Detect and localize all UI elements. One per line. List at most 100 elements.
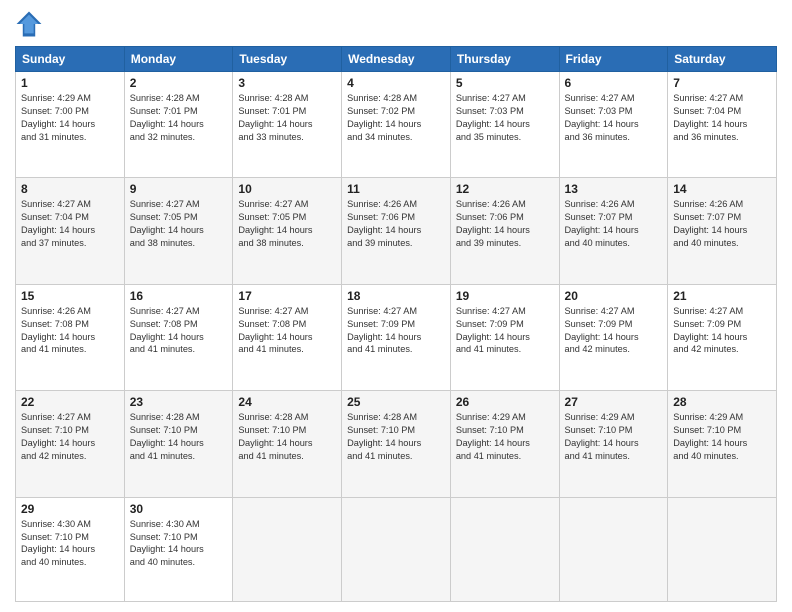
cell-info: Sunrise: 4:28 AM Sunset: 7:01 PM Dayligh… — [238, 92, 336, 144]
cell-info: Sunrise: 4:27 AM Sunset: 7:09 PM Dayligh… — [347, 305, 445, 357]
calendar-cell: 9 Sunrise: 4:27 AM Sunset: 7:05 PM Daylig… — [124, 178, 233, 284]
day-number: 17 — [238, 289, 336, 303]
weekday-header-saturday: Saturday — [668, 47, 777, 72]
day-number: 9 — [130, 182, 228, 196]
cell-info: Sunrise: 4:29 AM Sunset: 7:10 PM Dayligh… — [673, 411, 771, 463]
day-number: 25 — [347, 395, 445, 409]
cell-info: Sunrise: 4:26 AM Sunset: 7:07 PM Dayligh… — [673, 198, 771, 250]
cell-info: Sunrise: 4:28 AM Sunset: 7:10 PM Dayligh… — [347, 411, 445, 463]
day-number: 7 — [673, 76, 771, 90]
cell-info: Sunrise: 4:27 AM Sunset: 7:03 PM Dayligh… — [565, 92, 663, 144]
day-number: 5 — [456, 76, 554, 90]
day-number: 26 — [456, 395, 554, 409]
weekday-header-tuesday: Tuesday — [233, 47, 342, 72]
day-number: 6 — [565, 76, 663, 90]
day-number: 21 — [673, 289, 771, 303]
calendar-cell — [559, 497, 668, 601]
day-number: 24 — [238, 395, 336, 409]
cell-info: Sunrise: 4:26 AM Sunset: 7:06 PM Dayligh… — [456, 198, 554, 250]
calendar-cell: 2 Sunrise: 4:28 AM Sunset: 7:01 PM Daylig… — [124, 72, 233, 178]
weekday-header-friday: Friday — [559, 47, 668, 72]
cell-info: Sunrise: 4:29 AM Sunset: 7:10 PM Dayligh… — [456, 411, 554, 463]
calendar-cell: 17 Sunrise: 4:27 AM Sunset: 7:08 PM Dayli… — [233, 284, 342, 390]
cell-info: Sunrise: 4:28 AM Sunset: 7:10 PM Dayligh… — [130, 411, 228, 463]
calendar-cell: 7 Sunrise: 4:27 AM Sunset: 7:04 PM Daylig… — [668, 72, 777, 178]
cell-info: Sunrise: 4:26 AM Sunset: 7:06 PM Dayligh… — [347, 198, 445, 250]
calendar-cell: 19 Sunrise: 4:27 AM Sunset: 7:09 PM Dayli… — [450, 284, 559, 390]
cell-info: Sunrise: 4:27 AM Sunset: 7:08 PM Dayligh… — [238, 305, 336, 357]
cell-info: Sunrise: 4:27 AM Sunset: 7:03 PM Dayligh… — [456, 92, 554, 144]
calendar-cell: 26 Sunrise: 4:29 AM Sunset: 7:10 PM Dayli… — [450, 391, 559, 497]
day-number: 13 — [565, 182, 663, 196]
cell-info: Sunrise: 4:26 AM Sunset: 7:08 PM Dayligh… — [21, 305, 119, 357]
calendar-cell — [233, 497, 342, 601]
cell-info: Sunrise: 4:29 AM Sunset: 7:10 PM Dayligh… — [565, 411, 663, 463]
cell-info: Sunrise: 4:27 AM Sunset: 7:08 PM Dayligh… — [130, 305, 228, 357]
calendar-cell: 1 Sunrise: 4:29 AM Sunset: 7:00 PM Daylig… — [16, 72, 125, 178]
day-number: 1 — [21, 76, 119, 90]
cell-info: Sunrise: 4:27 AM Sunset: 7:09 PM Dayligh… — [456, 305, 554, 357]
calendar-cell — [668, 497, 777, 601]
day-number: 19 — [456, 289, 554, 303]
calendar-cell: 13 Sunrise: 4:26 AM Sunset: 7:07 PM Dayli… — [559, 178, 668, 284]
cell-info: Sunrise: 4:27 AM Sunset: 7:04 PM Dayligh… — [673, 92, 771, 144]
day-number: 12 — [456, 182, 554, 196]
day-number: 27 — [565, 395, 663, 409]
day-number: 22 — [21, 395, 119, 409]
calendar-cell: 29 Sunrise: 4:30 AM Sunset: 7:10 PM Dayli… — [16, 497, 125, 601]
calendar-cell: 14 Sunrise: 4:26 AM Sunset: 7:07 PM Dayli… — [668, 178, 777, 284]
logo — [15, 10, 47, 38]
calendar-cell: 23 Sunrise: 4:28 AM Sunset: 7:10 PM Dayli… — [124, 391, 233, 497]
cell-info: Sunrise: 4:30 AM Sunset: 7:10 PM Dayligh… — [21, 518, 119, 570]
cell-info: Sunrise: 4:27 AM Sunset: 7:04 PM Dayligh… — [21, 198, 119, 250]
calendar-cell: 3 Sunrise: 4:28 AM Sunset: 7:01 PM Daylig… — [233, 72, 342, 178]
weekday-header-sunday: Sunday — [16, 47, 125, 72]
cell-info: Sunrise: 4:26 AM Sunset: 7:07 PM Dayligh… — [565, 198, 663, 250]
day-number: 10 — [238, 182, 336, 196]
weekday-header-thursday: Thursday — [450, 47, 559, 72]
weekday-header-wednesday: Wednesday — [342, 47, 451, 72]
calendar-cell: 25 Sunrise: 4:28 AM Sunset: 7:10 PM Dayli… — [342, 391, 451, 497]
day-number: 11 — [347, 182, 445, 196]
page: SundayMondayTuesdayWednesdayThursdayFrid… — [0, 0, 792, 612]
calendar-cell: 15 Sunrise: 4:26 AM Sunset: 7:08 PM Dayli… — [16, 284, 125, 390]
day-number: 8 — [21, 182, 119, 196]
day-number: 4 — [347, 76, 445, 90]
cell-info: Sunrise: 4:27 AM Sunset: 7:05 PM Dayligh… — [130, 198, 228, 250]
cell-info: Sunrise: 4:27 AM Sunset: 7:09 PM Dayligh… — [673, 305, 771, 357]
cell-info: Sunrise: 4:27 AM Sunset: 7:09 PM Dayligh… — [565, 305, 663, 357]
cell-info: Sunrise: 4:28 AM Sunset: 7:01 PM Dayligh… — [130, 92, 228, 144]
calendar-cell — [450, 497, 559, 601]
day-number: 15 — [21, 289, 119, 303]
day-number: 23 — [130, 395, 228, 409]
calendar-cell: 10 Sunrise: 4:27 AM Sunset: 7:05 PM Dayli… — [233, 178, 342, 284]
header — [15, 10, 777, 38]
calendar-cell: 16 Sunrise: 4:27 AM Sunset: 7:08 PM Dayli… — [124, 284, 233, 390]
calendar-cell: 6 Sunrise: 4:27 AM Sunset: 7:03 PM Daylig… — [559, 72, 668, 178]
cell-info: Sunrise: 4:28 AM Sunset: 7:10 PM Dayligh… — [238, 411, 336, 463]
day-number: 29 — [21, 502, 119, 516]
calendar-cell — [342, 497, 451, 601]
calendar-cell: 8 Sunrise: 4:27 AM Sunset: 7:04 PM Daylig… — [16, 178, 125, 284]
day-number: 16 — [130, 289, 228, 303]
calendar: SundayMondayTuesdayWednesdayThursdayFrid… — [15, 46, 777, 602]
calendar-cell: 30Sunrise: 4:30 AM Sunset: 7:10 PM Dayli… — [124, 497, 233, 601]
day-number: 20 — [565, 289, 663, 303]
cell-info: Sunrise: 4:29 AM Sunset: 7:00 PM Dayligh… — [21, 92, 119, 144]
calendar-cell: 4Sunrise: 4:28 AM Sunset: 7:02 PM Daylig… — [342, 72, 451, 178]
day-number: 28 — [673, 395, 771, 409]
day-number: 3 — [238, 76, 336, 90]
calendar-cell: 22 Sunrise: 4:27 AM Sunset: 7:10 PM Dayli… — [16, 391, 125, 497]
day-number: 14 — [673, 182, 771, 196]
calendar-cell: 28 Sunrise: 4:29 AM Sunset: 7:10 PM Dayli… — [668, 391, 777, 497]
calendar-cell: 11 Sunrise: 4:26 AM Sunset: 7:06 PM Dayli… — [342, 178, 451, 284]
day-number: 18 — [347, 289, 445, 303]
cell-info: Sunrise: 4:27 AM Sunset: 7:05 PM Dayligh… — [238, 198, 336, 250]
day-number: 30 — [130, 502, 228, 516]
day-number: 2 — [130, 76, 228, 90]
logo-icon — [15, 10, 43, 38]
calendar-cell: 20 Sunrise: 4:27 AM Sunset: 7:09 PM Dayli… — [559, 284, 668, 390]
cell-info: Sunrise: 4:27 AM Sunset: 7:10 PM Dayligh… — [21, 411, 119, 463]
weekday-header-monday: Monday — [124, 47, 233, 72]
calendar-cell: 18 Sunrise: 4:27 AM Sunset: 7:09 PM Dayli… — [342, 284, 451, 390]
